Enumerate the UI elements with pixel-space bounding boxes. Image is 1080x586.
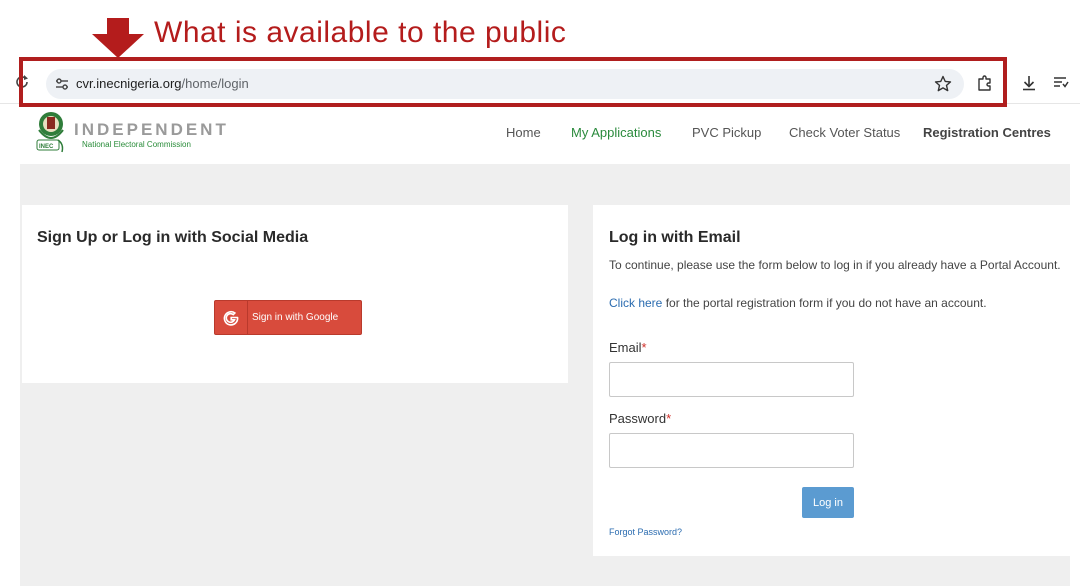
login-intro-text: To continue, please use the form below t… <box>609 258 1061 272</box>
email-card-title: Log in with Email <box>609 229 741 246</box>
google-button-label: Sign in with Google <box>252 312 339 323</box>
svg-text:INEC: INEC <box>39 144 54 150</box>
password-label: Password* <box>609 411 671 426</box>
social-login-card: Sign Up or Log in with Social Media Sign… <box>22 205 568 383</box>
url-path: /home/login <box>181 76 249 91</box>
email-login-card: Log in with Email To continue, please us… <box>593 205 1080 556</box>
social-card-title: Sign Up or Log in with Social Media <box>37 229 309 246</box>
password-field[interactable] <box>609 433 854 468</box>
nav-my-applications[interactable]: My Applications <box>571 125 661 140</box>
reading-list-icon[interactable] <box>1052 74 1070 92</box>
nav-check-voter-status[interactable]: Check Voter Status <box>789 125 900 140</box>
email-field[interactable] <box>609 362 854 397</box>
nav-registration-centres[interactable]: Registration Centres <box>923 125 1051 140</box>
register-rest-text: for the portal registration form if you … <box>662 296 987 310</box>
google-button-divider <box>247 301 248 334</box>
required-asterisk: * <box>641 340 647 355</box>
page: What is available to the public cvr.inec… <box>0 0 1080 586</box>
register-link[interactable]: Click here <box>609 296 662 310</box>
login-button[interactable]: Log in <box>802 487 854 518</box>
site-info-icon[interactable] <box>54 76 70 92</box>
download-icon[interactable] <box>1020 74 1038 92</box>
required-asterisk: * <box>666 411 672 426</box>
extensions-icon[interactable] <box>976 74 994 92</box>
reload-icon[interactable] <box>14 74 30 90</box>
forgot-password-link[interactable]: Forgot Password? <box>609 527 682 537</box>
password-label-text: Password <box>609 411 667 426</box>
nav-home[interactable]: Home <box>506 125 541 140</box>
logo-subtitle: National Electoral Commission <box>82 140 191 149</box>
annotation-caption: What is available to the public <box>154 16 567 49</box>
email-label-text: Email <box>609 340 642 355</box>
logo-title: INDEPENDENT <box>74 120 229 139</box>
nav-pvc-pickup[interactable]: PVC Pickup <box>692 125 761 140</box>
address-bar[interactable]: cvr.inecnigeria.org/home/login <box>46 69 964 99</box>
google-signin-button[interactable]: Sign in with Google <box>214 300 362 335</box>
down-arrow-icon <box>92 18 144 58</box>
register-line: Click here for the portal registration f… <box>609 296 987 310</box>
url-host: cvr.inecnigeria.org <box>76 76 182 91</box>
email-label: Email* <box>609 340 647 355</box>
url-text: cvr.inecnigeria.org/home/login <box>76 76 249 91</box>
browser-toolbar: cvr.inecnigeria.org/home/login <box>0 60 1080 104</box>
inec-emblem-icon[interactable]: INEC <box>34 110 68 156</box>
site-header: INEC INDEPENDENT National Electoral Comm… <box>20 108 1080 164</box>
google-icon <box>223 310 239 326</box>
bookmark-star-icon[interactable] <box>934 75 952 93</box>
